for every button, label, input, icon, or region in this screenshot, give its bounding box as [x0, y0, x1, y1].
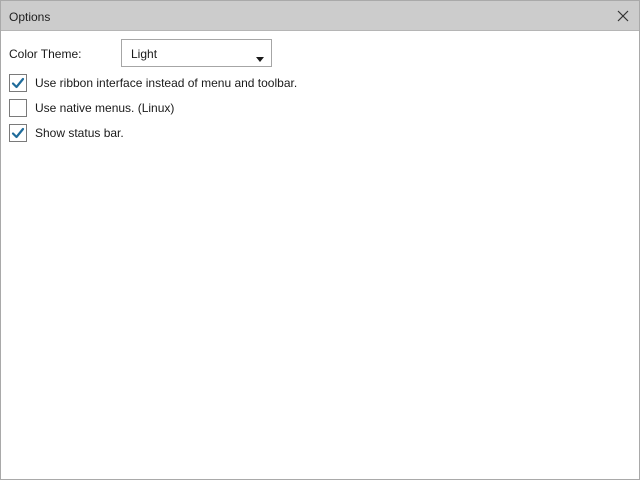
color-theme-dropdown[interactable]: Light [121, 39, 272, 67]
close-icon [613, 6, 633, 26]
color-theme-label: Color Theme: [9, 47, 82, 61]
title-bar[interactable]: Options [1, 1, 639, 31]
chevron-down-icon [256, 51, 264, 65]
color-theme-value: Light [131, 47, 158, 61]
status-bar-label: Show status bar. [35, 126, 124, 140]
close-button[interactable] [613, 6, 633, 26]
native-menus-checkbox[interactable] [9, 99, 27, 117]
ribbon-interface-checkbox[interactable] [9, 74, 27, 92]
ribbon-interface-label: Use ribbon interface instead of menu and… [35, 76, 298, 90]
window-title: Options [9, 10, 51, 24]
check-icon [11, 77, 25, 89]
options-content: Color Theme: Light Use ribbon interface … [1, 32, 639, 479]
native-menus-label: Use native menus. (Linux) [35, 101, 175, 115]
status-bar-checkbox[interactable] [9, 124, 27, 142]
options-window: Options Color Theme: Light Use ribbon in… [0, 0, 640, 480]
check-icon [11, 127, 25, 139]
